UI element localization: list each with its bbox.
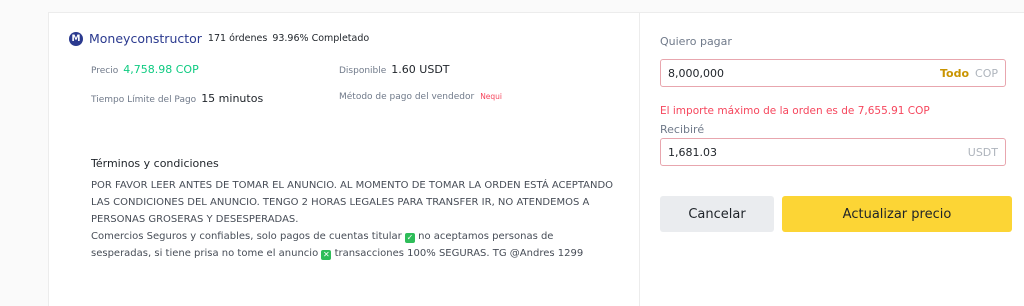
available-row: Disponible 1.60 USDT [339,63,450,76]
max-amount-error: El importe máximo de la orden es de 7,65… [660,105,930,117]
advertiser-name[interactable]: Moneyconstructor [89,31,202,46]
pay-input-value[interactable]: 8,000,000 [668,67,940,80]
completion-rate: 93.96% Completado [272,33,370,44]
payment-method-label: Método de pago del vendedor [339,92,475,102]
payment-method-badge: Nequi [480,92,503,101]
x-square-icon: ✕ [321,250,332,260]
update-price-button[interactable]: Actualizar precio [782,196,1012,232]
order-count: 171 órdenes [207,33,268,44]
order-form: Quiero pagar 8,000,000 Todo COP El impor… [639,13,1024,306]
terms-text: POR FAVOR LEER ANTES DE TOMAR EL ANUNCIO… [91,177,616,262]
payment-method-row: Método de pago del vendedor Nequi [339,92,502,102]
time-limit-value: 15 minutos [201,92,264,105]
receive-input-value[interactable]: 1,681.03 [668,146,968,159]
terms-title: Términos y condiciones [91,157,219,170]
receive-currency: USDT [967,145,998,159]
time-limit-label: Tiempo Límite del Pago [91,95,197,105]
receive-input[interactable]: 1,681.03 USDT [660,138,1006,166]
pay-currency: COP [975,66,998,80]
advertiser-header: M Moneyconstructor 171 órdenes 93.96% Co… [69,31,369,46]
terms-line-c: transacciones 100% SEGURAS. TG @Andres 1… [334,248,584,259]
terms-line-a: Comercios Seguros y confiables, solo pag… [91,231,402,242]
terms-paragraph: POR FAVOR LEER ANTES DE TOMAR EL ANUNCIO… [91,180,614,225]
pay-all-button[interactable]: Todo [940,67,969,80]
advertiser-panel: M Moneyconstructor 171 órdenes 93.96% Co… [49,13,639,306]
pay-label: Quiero pagar [660,35,732,48]
check-square-icon: ✓ [404,233,415,243]
order-card: M Moneyconstructor 171 órdenes 93.96% Co… [48,12,1024,306]
pay-input[interactable]: 8,000,000 Todo COP [660,59,1006,87]
avatar: M [69,31,83,46]
price-row: Precio 4,758.98 COP [91,63,199,76]
receive-label: Recibiré [660,123,705,136]
available-label: Disponible [339,66,387,76]
cancel-button[interactable]: Cancelar [660,196,774,232]
price-label: Precio [91,66,119,76]
time-limit-row: Tiempo Límite del Pago 15 minutos [91,92,263,105]
available-value: 1.60 USDT [391,63,450,76]
price-value: 4,758.98 COP [123,63,199,76]
